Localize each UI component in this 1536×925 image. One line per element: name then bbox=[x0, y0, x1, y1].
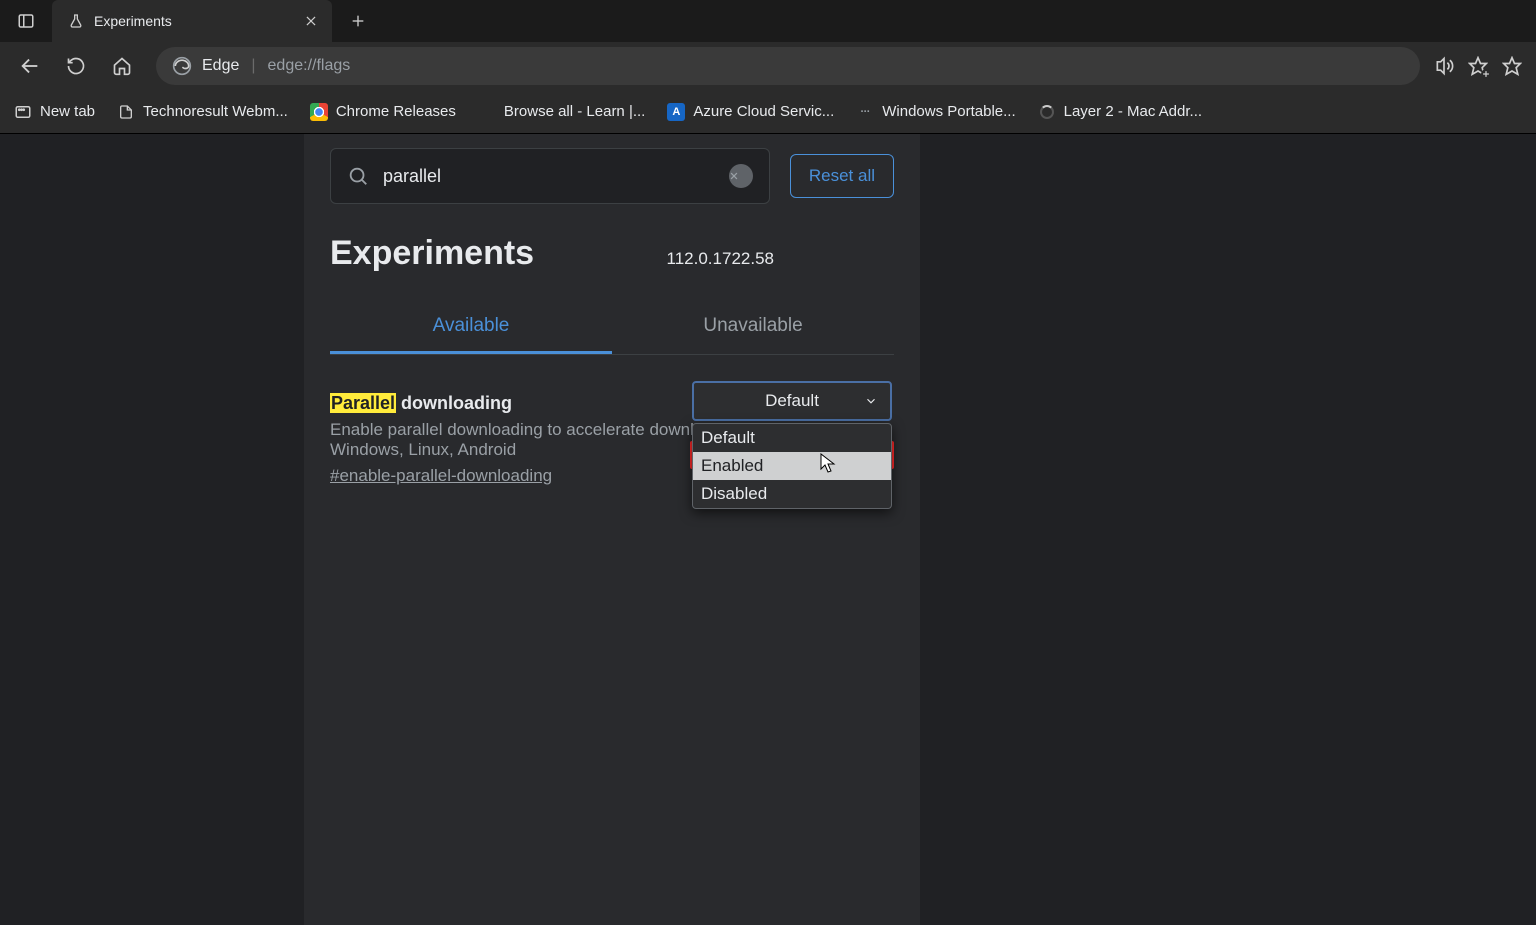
microsoft-icon bbox=[478, 103, 496, 121]
bookmark-label: Browse all - Learn |... bbox=[504, 103, 645, 120]
bookmark-layer2[interactable]: Layer 2 - Mac Addr... bbox=[1038, 103, 1202, 121]
option-enabled[interactable]: Enabled bbox=[693, 452, 891, 480]
option-disabled[interactable]: Disabled bbox=[693, 480, 891, 508]
home-button[interactable] bbox=[102, 46, 142, 86]
loading-favicon bbox=[1038, 103, 1056, 121]
flag-parallel-downloading: Parallel downloading Enable parallel dow… bbox=[304, 355, 920, 486]
bookmark-label: Windows Portable... bbox=[882, 103, 1015, 120]
bookmark-label: Azure Cloud Servic... bbox=[693, 103, 834, 120]
favorites-button[interactable] bbox=[1468, 56, 1488, 76]
tab-close-button[interactable] bbox=[304, 14, 318, 28]
generic-favicon: ··· bbox=[856, 103, 874, 121]
bookmark-new-tab[interactable]: New tab bbox=[14, 103, 95, 121]
page-icon bbox=[117, 103, 135, 121]
search-icon bbox=[347, 165, 369, 187]
page-body: Reset all Experiments 112.0.1722.58 Avai… bbox=[0, 134, 1536, 925]
back-button[interactable] bbox=[10, 46, 50, 86]
new-tab-button[interactable] bbox=[340, 3, 376, 39]
flag-select-wrap: Default Default Enabled Disabled bbox=[692, 381, 892, 421]
page-title: Experiments bbox=[330, 234, 534, 273]
azure-icon: A bbox=[667, 103, 685, 121]
bookmark-label: New tab bbox=[40, 103, 95, 120]
flag-select-dropdown: Default Enabled Disabled bbox=[692, 423, 892, 509]
bookmarks-bar: New tab Technoresult Webm... Chrome Rele… bbox=[0, 90, 1536, 134]
address-url: edge://flags bbox=[268, 57, 351, 75]
toolbar: Edge | edge://flags bbox=[0, 42, 1536, 90]
favorites-star-button[interactable] bbox=[1502, 56, 1522, 76]
bookmark-chrome-releases[interactable]: Chrome Releases bbox=[310, 103, 456, 121]
address-bar[interactable]: Edge | edge://flags bbox=[156, 47, 1420, 85]
newtab-icon bbox=[14, 103, 32, 121]
heading-row: Experiments 112.0.1722.58 bbox=[304, 204, 920, 273]
tab-actions-button[interactable] bbox=[10, 7, 42, 35]
address-prefix: Edge bbox=[202, 57, 239, 75]
tab-available[interactable]: Available bbox=[330, 301, 612, 354]
bookmark-learn[interactable]: Browse all - Learn |... bbox=[478, 103, 645, 121]
flask-icon bbox=[68, 13, 84, 29]
flag-select-value: Default bbox=[765, 391, 819, 411]
bookmark-windows-portable[interactable]: ··· Windows Portable... bbox=[856, 103, 1015, 121]
mouse-cursor-icon bbox=[820, 453, 836, 473]
search-input[interactable] bbox=[383, 166, 729, 187]
address-separator: | bbox=[251, 57, 255, 75]
bookmark-technoresult[interactable]: Technoresult Webm... bbox=[117, 103, 288, 121]
chrome-icon bbox=[310, 103, 328, 121]
flag-hash-link[interactable]: #enable-parallel-downloading bbox=[330, 466, 552, 486]
flag-title-rest: downloading bbox=[396, 393, 512, 413]
flag-select[interactable]: Default bbox=[692, 381, 892, 421]
bookmark-label: Technoresult Webm... bbox=[143, 103, 288, 120]
refresh-button[interactable] bbox=[56, 46, 96, 86]
reset-all-button[interactable]: Reset all bbox=[790, 154, 894, 198]
experiment-tabs: Available Unavailable bbox=[330, 301, 894, 355]
titlebar: Experiments bbox=[0, 0, 1536, 42]
read-aloud-button[interactable] bbox=[1434, 56, 1454, 76]
browser-tab[interactable]: Experiments bbox=[52, 0, 332, 42]
flags-content: Reset all Experiments 112.0.1722.58 Avai… bbox=[304, 134, 920, 925]
search-row: Reset all bbox=[304, 134, 920, 204]
tab-unavailable[interactable]: Unavailable bbox=[612, 301, 894, 354]
clear-search-button[interactable] bbox=[729, 164, 753, 188]
chevron-down-icon bbox=[864, 394, 878, 408]
bookmark-label: Chrome Releases bbox=[336, 103, 456, 120]
left-gutter bbox=[0, 134, 304, 925]
bookmark-label: Layer 2 - Mac Addr... bbox=[1064, 103, 1202, 120]
search-box[interactable] bbox=[330, 148, 770, 204]
browser-version: 112.0.1722.58 bbox=[667, 249, 774, 269]
bookmark-azure[interactable]: A Azure Cloud Servic... bbox=[667, 103, 834, 121]
right-gutter bbox=[920, 134, 1536, 925]
edge-logo-icon bbox=[172, 56, 192, 76]
tab-title: Experiments bbox=[94, 13, 304, 29]
option-default[interactable]: Default bbox=[693, 424, 891, 452]
flag-title-highlight: Parallel bbox=[330, 393, 396, 413]
